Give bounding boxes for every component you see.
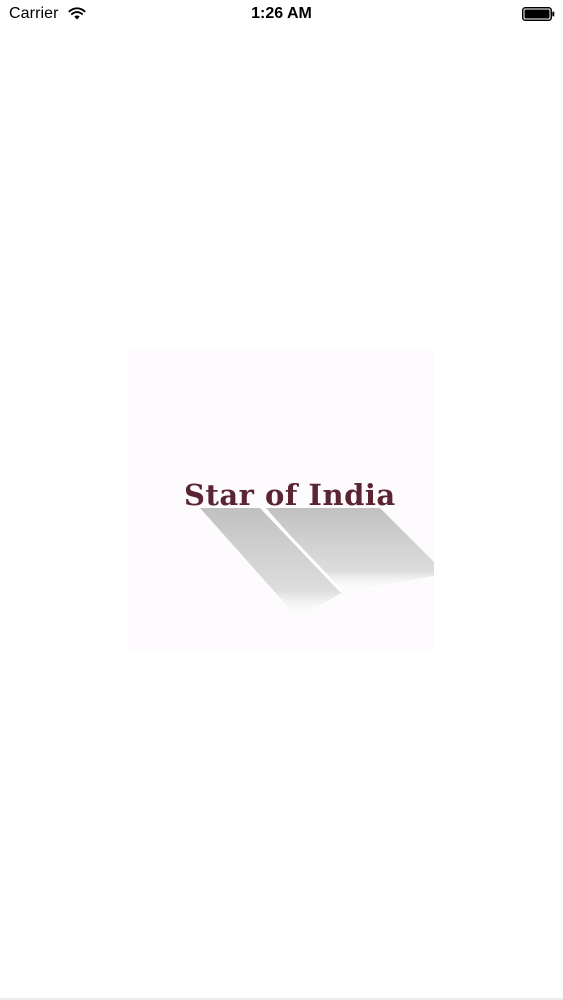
brand-name: Star of India	[184, 478, 396, 512]
battery-icon	[522, 7, 555, 21]
status-bar: Carrier 1:26 AM	[0, 0, 563, 30]
status-time: 1:26 AM	[251, 5, 312, 22]
brand-logo: Star of India	[128, 350, 434, 650]
splash-screen: Carrier 1:26 AM Star of India	[0, 0, 563, 1000]
